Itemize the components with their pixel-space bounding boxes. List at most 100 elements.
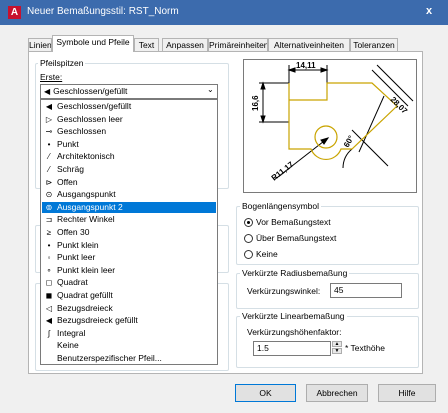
arrowhead-option-label: Offen xyxy=(57,176,78,187)
arrowhead-option[interactable]: ∘ Punkt klein leer xyxy=(42,265,216,276)
arrowhead-option-label: Ausgangspunkt 2 xyxy=(57,201,123,212)
arc-option-none-label: Keine xyxy=(256,249,278,259)
spin-up-icon[interactable]: ▲ xyxy=(332,341,342,347)
preview-dim-left: 16,6 xyxy=(251,95,260,111)
arrowhead-option-label: Bezugsdreieck xyxy=(57,302,113,313)
jog-angle-label: Verkürzungswinkel: xyxy=(247,286,321,296)
arrowhead-option[interactable]: • Punkt xyxy=(42,139,216,150)
jog-angle-input[interactable]: 45 xyxy=(330,283,402,298)
tab-tolerances[interactable]: Toleranzen xyxy=(350,38,398,51)
arc-length-title: Bogenlängensymbol xyxy=(240,201,322,211)
arrowhead-option-label: Rechter Winkel xyxy=(57,214,115,225)
arrowhead-option-label: Punkt klein leer xyxy=(57,264,116,275)
arrowhead-option-label: Geschlossen xyxy=(57,126,107,137)
preview-drawing: 14,11 16,6 28,07 60° R11,17 xyxy=(251,61,414,183)
arrowheads-group-title: Pfeilspitzen xyxy=(38,58,86,68)
closed-arrow-icon: ⊸ xyxy=(45,127,53,137)
arrowhead-option-label: Punkt xyxy=(57,138,79,149)
origin-indicator-2-icon: ⊚ xyxy=(45,202,53,212)
arrowhead-option-label: Ausgangspunkt xyxy=(57,189,116,200)
arrowhead-option[interactable]: ◁ Bezugsdreieck xyxy=(42,303,216,314)
origin-indicator-icon: ⊙ xyxy=(45,190,53,200)
datum-triangle-filled-icon: ◀ xyxy=(45,316,53,326)
jog-height-factor-label: Verkürzungshöhenfaktor: xyxy=(247,327,342,337)
preview-dim-right: 28,07 xyxy=(389,95,410,116)
tab-alternate-units[interactable]: Alternativeinheiten xyxy=(268,38,350,51)
radio-arc-before[interactable] xyxy=(244,218,253,227)
arrowhead-option-label: Benutzerspezifischer Pfeil... xyxy=(57,353,162,363)
arrowhead-option-label: Architektonisch xyxy=(57,151,115,162)
arrowhead-option-label: Punkt klein xyxy=(57,239,99,250)
arrowhead-option[interactable]: ⊳ Offen xyxy=(42,177,216,188)
jog-height-unit: * Texthöhe xyxy=(345,343,386,353)
arc-option-before-label: Vor Bemaßungstext xyxy=(256,217,331,227)
right-angle-icon: ⊐ xyxy=(45,215,53,225)
arrowhead-option-label: Keine xyxy=(57,340,79,351)
arrowhead-option[interactable]: ◦ Punkt leer xyxy=(42,252,216,263)
dot-arrow-icon: • xyxy=(47,139,51,149)
oblique-icon: ⁄ xyxy=(48,165,50,174)
arrowhead-option[interactable]: ⁄ Architektonisch xyxy=(42,151,216,162)
closed-filled-arrow-icon: ◀ xyxy=(45,102,53,111)
arrowhead-option-label: Offen 30 xyxy=(57,227,90,237)
arrowhead-option[interactable]: ◻ Quadrat xyxy=(42,277,216,288)
datum-triangle-icon: ◁ xyxy=(45,303,53,313)
arrowhead-options-list[interactable]: ◀ Geschlossen/gefüllt ▷ Geschlossen leer ⊸ Ge… xyxy=(40,99,218,365)
arrowhead-option[interactable]: ◀ Geschlossen/gefüllt xyxy=(42,101,216,112)
window-title: Neuer Bemaßungsstil: RST_Norm xyxy=(27,6,179,17)
arrowhead-option-label: Punkt leer xyxy=(57,252,96,263)
arrowhead-option[interactable]: ∫ Integral xyxy=(42,328,216,339)
first-arrow-label: Erste: xyxy=(40,72,63,82)
arrowhead-option[interactable]: Benutzerspezifischer Pfeil... xyxy=(42,353,216,364)
jog-height-factor-input[interactable]: 1.5 xyxy=(253,341,331,356)
arrowhead-option[interactable]: ▷ Geschlossen leer xyxy=(42,114,216,125)
dimension-preview: 14,11 16,6 28,07 60° R11,17 xyxy=(243,59,417,193)
radio-arc-above[interactable] xyxy=(244,234,253,243)
arrowhead-option-label: Quadrat gefüllt xyxy=(57,290,113,300)
radius-jog-title: Verkürzte Radiusbemaßung xyxy=(240,268,350,278)
arrowhead-option[interactable]: ⊚ Ausgangspunkt 2 xyxy=(42,201,216,213)
arrowhead-option[interactable]: Keine xyxy=(42,340,216,351)
arrowhead-option-label: Bezugsdreieck gefüllt xyxy=(57,315,138,326)
tab-text[interactable]: Text xyxy=(134,38,159,51)
tab-primary-units[interactable]: Primäreinheiten xyxy=(208,38,268,51)
preview-dim-top: 14,11 xyxy=(296,61,316,70)
arrowhead-option-label: Schräg xyxy=(57,164,84,174)
first-arrowhead-value: ◀ Geschlossen/gefüllt xyxy=(44,86,127,96)
chevron-down-icon[interactable]: ⌄ xyxy=(207,85,214,94)
dropdown-value-text: Geschlossen/gefüllt xyxy=(53,86,128,96)
arrowhead-option[interactable]: • Punkt klein xyxy=(42,240,216,251)
arrowhead-option[interactable]: ◀ Bezugsdreieck gefüllt xyxy=(42,315,216,326)
box-filled-icon: ◼ xyxy=(45,291,53,300)
closed-blank-arrow-icon: ▷ xyxy=(45,114,53,124)
autocad-logo-icon: A xyxy=(8,6,21,19)
ok-button[interactable]: OK xyxy=(235,384,296,402)
box-icon: ◻ xyxy=(45,278,53,288)
arrowhead-option-label: Geschlossen leer xyxy=(57,113,123,124)
closed-filled-arrow-icon: ◀ xyxy=(44,87,51,96)
dot-small-icon: • xyxy=(47,240,51,250)
arrowhead-option-label: Geschlossen/gefüllt xyxy=(57,101,132,111)
arrowhead-option[interactable]: ⊙ Ausgangspunkt xyxy=(42,189,216,200)
arrowhead-option-label: Integral xyxy=(57,327,86,338)
arrowhead-option[interactable]: ⁄ Schräg xyxy=(42,164,216,175)
tab-symbols-arrows[interactable]: Symbole und Pfeile xyxy=(52,35,134,52)
tab-lines[interactable]: Linien xyxy=(28,38,52,51)
help-button[interactable]: Hilfe xyxy=(378,384,436,402)
dot-small-blank-icon: ∘ xyxy=(46,265,52,275)
integral-icon: ∫ xyxy=(47,328,51,338)
open-30-icon: ≥ xyxy=(46,228,52,237)
arrowhead-option[interactable]: ⊸ Geschlossen xyxy=(42,126,216,137)
arrowhead-option-label: Quadrat xyxy=(57,277,88,288)
arrowhead-option[interactable]: ◼ Quadrat gefüllt xyxy=(42,290,216,301)
close-button[interactable]: x xyxy=(426,5,432,17)
preview-dim-radius: R11,17 xyxy=(270,160,296,183)
cancel-button[interactable]: Abbrechen xyxy=(306,384,368,402)
open-arrow-icon: ⊳ xyxy=(45,177,53,187)
spin-down-icon[interactable]: ▼ xyxy=(332,348,342,354)
tab-fit[interactable]: Anpassen xyxy=(162,38,208,51)
radio-arc-none[interactable] xyxy=(244,250,253,259)
arrowhead-option[interactable]: ⊐ Rechter Winkel xyxy=(42,214,216,225)
arrowhead-option[interactable]: ≥ Offen 30 xyxy=(42,227,216,238)
arc-option-above-label: Über Bemaßungstext xyxy=(256,233,337,243)
